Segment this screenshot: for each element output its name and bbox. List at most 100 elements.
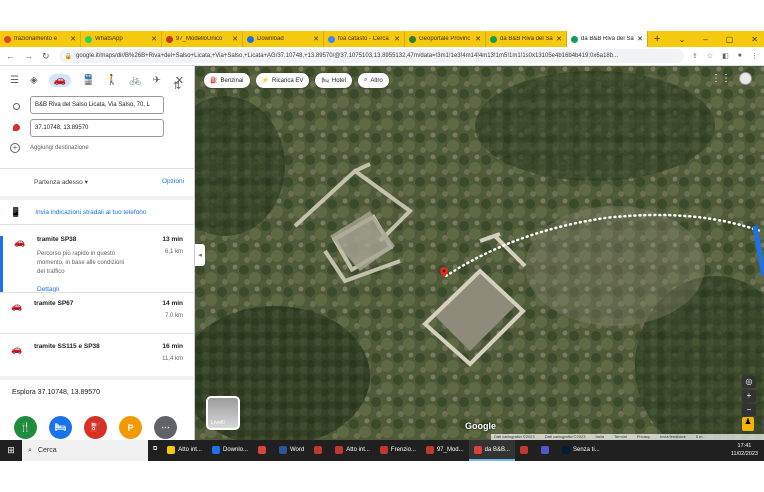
url-text: google.it/maps/dir/B%26B+Riva+del+Salso+… (76, 53, 619, 59)
transit-icon[interactable]: 🚆 (82, 75, 94, 86)
taskbar-app-button[interactable]: 97_Mod... (421, 440, 469, 461)
browser-tab[interactable]: Geoportale Provinc ✕ (405, 31, 486, 47)
task-view-icon[interactable]: ⧉ (148, 440, 162, 461)
depart-now-label: Partenza adesso (34, 179, 83, 186)
divider (0, 224, 194, 225)
tab-close-icon[interactable]: ✕ (556, 35, 562, 43)
app-icon (167, 445, 176, 454)
back-icon[interactable]: ← (6, 51, 15, 61)
browser-tab[interactable]: da B&B Riva del Sa ✕ (486, 31, 567, 47)
tab-favicon-icon (571, 35, 578, 43)
apps-grid-icon[interactable]: ⋮⋮ (711, 73, 731, 84)
map-chip[interactable]: ⌕ Altro (357, 73, 389, 88)
car-icon: 🚗 (11, 344, 23, 354)
url-field[interactable]: 🔒 google.it/maps/dir/B%26B+Riva+del+Sals… (58, 49, 684, 63)
minimize-button[interactable]: – (703, 35, 707, 44)
map-chip-label: Hotel (331, 77, 346, 84)
tab-search-icon[interactable]: ⌄ (679, 35, 686, 44)
bookmark-star-icon[interactable]: ☆ (707, 52, 713, 60)
taskbar-app-button[interactable]: Atto int... (162, 440, 207, 461)
car-icon[interactable]: 🚗 (48, 73, 72, 87)
options-button[interactable]: Opzioni (162, 178, 184, 185)
taskbar-app-button[interactable]: Atto int... (330, 440, 375, 461)
windows-start-icon[interactable]: ⊞ (0, 440, 22, 461)
restaurant-icon[interactable]: 🍴 (14, 416, 37, 439)
tab-close-icon[interactable]: ✕ (151, 35, 157, 43)
taskbar-app-label: 97_Mod... (436, 446, 464, 453)
tab-close-icon[interactable]: ✕ (637, 35, 643, 43)
send-to-phone-link[interactable]: 📱 Invia indicazioni stradali al tuo tele… (10, 207, 147, 218)
map-chip[interactable]: ⛽ Benzinai (204, 73, 250, 88)
my-location-icon[interactable]: ◎ (742, 376, 756, 388)
search-icon: ⌕ (363, 77, 368, 83)
tab-title: da B&B Riva del Sa (581, 36, 634, 42)
profile-avatar[interactable]: ● (738, 52, 742, 60)
layers-button[interactable]: Livelli (206, 396, 240, 430)
hotel-icon[interactable]: 🛏 (49, 416, 72, 439)
browser-tab[interactable]: foa catasto - Cerca ✕ (324, 31, 405, 47)
taskbar-app-button[interactable] (309, 440, 330, 461)
taskbar-app-button[interactable]: Downlo... (207, 440, 253, 461)
browser-tab[interactable]: da B&B Riva del Sa ✕ (567, 31, 648, 47)
taskbar-app-button[interactable]: Frenzio... (375, 440, 421, 461)
tab-close-icon[interactable]: ✕ (394, 35, 400, 43)
account-avatar[interactable] (739, 72, 752, 85)
destination-input[interactable]: 37.10748, 13.89570 (30, 119, 164, 137)
tab-favicon-icon (85, 35, 92, 43)
parking-icon[interactable]: P (119, 416, 142, 439)
street-view-pegman-icon[interactable]: ♟ (742, 417, 754, 431)
tab-close-icon[interactable]: ✕ (475, 35, 481, 43)
taskbar-app-button[interactable] (253, 440, 274, 461)
route-option-3[interactable]: 🚗 tramite SS115 e SP38 16 min 11,4 km (0, 343, 194, 371)
browser-tab[interactable]: WhatsApp ✕ (81, 31, 162, 47)
taskbar-search-box[interactable]: ⌕ Cerca (22, 440, 148, 461)
taskbar-app-button[interactable] (536, 440, 557, 461)
zoom-out-button[interactable]: − (742, 404, 756, 416)
system-clock[interactable]: 17:41 11/02/2023 (731, 442, 758, 458)
flight-icon[interactable]: ✈ (152, 75, 160, 86)
taskbar-app-button[interactable] (515, 440, 536, 461)
route-option-2[interactable]: 🚗 tramite SP67 14 min 7,0 km (0, 300, 194, 328)
menu-icon[interactable]: ⋮ (751, 52, 758, 60)
tab-close-icon[interactable]: ✕ (232, 35, 238, 43)
browser-tab[interactable]: Download ✕ (243, 31, 324, 47)
taskbar-app-label: Word (290, 446, 305, 453)
taskbar-app-button[interactable]: Word (274, 440, 309, 461)
taskbar-app-button[interactable]: da B&B... (468, 440, 515, 461)
directions-panel: ☰ ◈ 🚗 🚆 🚶 🚲 ✈ ✕ B&B Riva del Salso Licat… (0, 66, 195, 440)
satellite-map[interactable]: ⛽ Benzinai ⚡ Ricarica EV 🛏 Hotel ⌕ Altro ⋮⋮ ◂ L… (195, 66, 764, 440)
reload-icon[interactable]: ↻ (42, 51, 50, 62)
browser-tab-strip: frazionamento e ✕ WhatsApp ✕ 97_ModelloUnico… (0, 31, 764, 47)
new-tab-button[interactable]: + (654, 33, 660, 45)
destination-marker-icon[interactable] (440, 267, 448, 278)
add-destination-button[interactable]: + Aggiungi destinazione (10, 143, 89, 153)
route-distance: 7,0 km (164, 313, 183, 319)
browser-tab[interactable]: 97_ModelloUnico ✕ (162, 31, 243, 47)
map-chip[interactable]: ⚡ Ricarica EV (255, 73, 310, 88)
more-icon[interactable]: ⋯ (154, 416, 177, 439)
taskbar-app-button[interactable]: Senza ti... (557, 440, 605, 461)
map-category-chips: ⛽ Benzinai ⚡ Ricarica EV 🛏 Hotel ⌕ Altro (204, 73, 389, 88)
map-chip[interactable]: 🛏 Hotel (315, 73, 352, 88)
tab-favicon-icon (166, 35, 173, 43)
maximize-button[interactable]: ▢ (726, 35, 734, 44)
forward-icon[interactable]: → (24, 51, 33, 61)
close-window-button[interactable]: ✕ (751, 35, 758, 44)
gas-station-icon[interactable]: ⛽ (84, 416, 107, 439)
collapse-panel-button[interactable]: ◂ (195, 244, 205, 266)
swap-route-icon[interactable]: ⇅ (173, 81, 181, 92)
tab-close-icon[interactable]: ✕ (313, 35, 319, 43)
side-panel-icon[interactable]: ◧ (722, 52, 729, 60)
zoom-in-button[interactable]: + (742, 390, 756, 402)
browser-tab[interactable]: frazionamento e ✕ (0, 31, 81, 47)
bicycle-icon[interactable]: 🚲 (129, 75, 141, 86)
tab-close-icon[interactable]: ✕ (70, 35, 76, 43)
divider (0, 168, 194, 169)
best-mode-icon[interactable]: ◈ (30, 75, 38, 86)
hamburger-menu-icon[interactable]: ☰ (10, 75, 19, 86)
depart-now-dropdown[interactable]: Partenza adesso ▾ (34, 178, 88, 186)
origin-input[interactable]: B&B Riva del Salso Licata, Via Salso, 70… (30, 96, 164, 114)
share-icon[interactable]: ⇪ (692, 52, 698, 60)
walking-icon[interactable]: 🚶 (106, 75, 118, 86)
route-option-1[interactable]: 🚗 tramite SP38 13 min 6,1 km Percorso pi… (0, 236, 194, 293)
